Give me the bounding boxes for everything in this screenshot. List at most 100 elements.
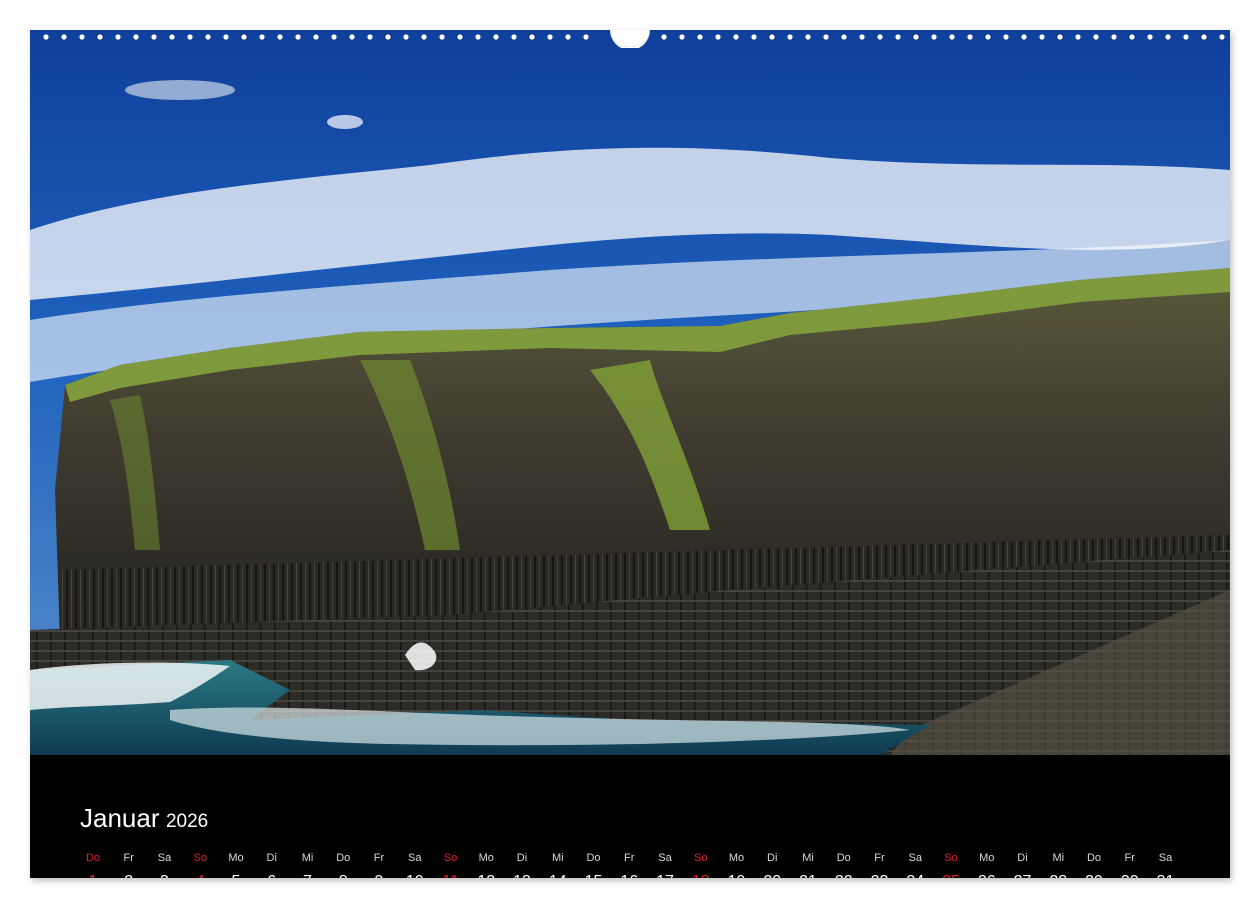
day-cell: Sa 31 — [1148, 850, 1184, 878]
day-cell: Sa 17 — [647, 850, 683, 878]
day-cell: Mi 21 — [790, 850, 826, 878]
day-cell: Di 20 — [754, 850, 790, 878]
date-number: 16 — [611, 873, 647, 878]
date-number: 26 — [969, 873, 1005, 878]
weekday-label: Mo — [728, 852, 745, 864]
weekday-label: Fr — [373, 852, 385, 864]
date-number: 8 — [325, 873, 361, 878]
date-number: 15 — [576, 873, 612, 878]
day-cell: Mo 19 — [719, 850, 755, 878]
day-cell: So 25 — [933, 850, 969, 878]
weekday-label: Sa — [1158, 852, 1173, 864]
date-number: 14 — [540, 873, 576, 878]
date-number: 19 — [719, 873, 755, 878]
weekday-label: Sa — [658, 852, 672, 864]
weekday-label: Mo — [979, 852, 995, 864]
date-number: 20 — [754, 873, 790, 878]
day-cell: Mo 12 — [468, 850, 504, 878]
weekday-label: Sa — [157, 852, 172, 864]
date-number: 31 — [1148, 873, 1184, 878]
date-number: 12 — [468, 873, 504, 878]
weekday-label: Do — [85, 852, 101, 864]
day-cell: Sa 10 — [397, 850, 433, 878]
weekday-label: Fr — [1124, 852, 1135, 864]
date-number: 3 — [147, 873, 183, 878]
date-number: 21 — [790, 873, 826, 878]
weekday-label: Sa — [908, 852, 922, 864]
day-cell: So 18 — [683, 850, 719, 878]
date-number: 28 — [1040, 873, 1076, 878]
date-number: 2 — [111, 873, 147, 878]
landscape-photo — [30, 30, 1230, 755]
date-number: 27 — [1005, 873, 1041, 878]
weekday-label: Mi — [551, 852, 564, 864]
spiral-binding — [30, 30, 1230, 48]
day-cell: Mi 7 — [290, 850, 326, 878]
day-row: Do1Fr2Sa3So4Mo5Di6Mi7Do8Fr9Sa10So11Mo12D… — [75, 850, 1185, 878]
weekday-label: Sa — [408, 852, 422, 864]
date-number: 4 — [182, 873, 218, 878]
day-cell: Do 22 — [826, 850, 862, 878]
weekday-label: Mi — [802, 852, 814, 864]
day-cell: Do 29 — [1076, 850, 1112, 878]
date-number: 6 — [254, 873, 290, 878]
weekday-label: Fr — [624, 852, 635, 864]
month-name: Januar — [80, 803, 160, 833]
date-number: 24 — [897, 873, 933, 878]
weekday-label: Fr — [123, 852, 134, 864]
day-cell: Fr 9 — [361, 850, 397, 878]
weekday-label: So — [193, 852, 207, 864]
day-cell: Sa 3 — [147, 850, 183, 878]
day-cell: So 11 — [433, 850, 469, 878]
weekday-label: So — [944, 852, 958, 864]
weekday-label: Mi — [301, 852, 314, 864]
date-number: 9 — [361, 873, 397, 878]
day-cell: Mi 28 — [1040, 850, 1076, 878]
weekday-label: Mo — [478, 852, 494, 864]
day-cell: Mo 5 — [218, 850, 254, 878]
weekday-label: So — [443, 852, 458, 864]
day-cell: Sa 24 — [897, 850, 933, 878]
date-number: 29 — [1076, 873, 1112, 878]
month-strip: Januar 2026 Do1Fr2Sa3So4Mo5Di6Mi7Do8Fr9S… — [30, 755, 1230, 878]
weekday-label: Di — [767, 852, 778, 864]
hanger-cutout — [610, 30, 650, 47]
day-cell: Di 27 — [1005, 850, 1041, 878]
date-number: 18 — [683, 873, 719, 878]
weekday-label: Mi — [1052, 852, 1065, 864]
weekday-label: Di — [516, 852, 528, 864]
date-number: 23 — [862, 873, 898, 878]
day-cell: Di 6 — [254, 850, 290, 878]
day-cell: Di 13 — [504, 850, 540, 878]
date-number: 1 — [75, 873, 111, 878]
weekday-label: Di — [266, 852, 277, 864]
month-title: Januar 2026 — [80, 803, 208, 834]
month-year: 2026 — [165, 811, 209, 832]
date-number: 17 — [647, 873, 683, 878]
date-number: 13 — [504, 873, 540, 878]
date-number: 5 — [218, 873, 254, 878]
day-cell: Fr 16 — [611, 850, 647, 878]
date-number: 30 — [1112, 873, 1148, 878]
weekday-label: Mo — [228, 852, 244, 864]
date-number: 11 — [433, 873, 469, 878]
weekday-label: Di — [1017, 852, 1028, 864]
day-cell: Fr 23 — [862, 850, 898, 878]
weekday-label: Do — [836, 852, 851, 864]
date-number: 22 — [826, 873, 862, 878]
weekday-label: Do — [1086, 852, 1102, 864]
date-number: 25 — [933, 873, 969, 878]
day-cell: Do 15 — [576, 850, 612, 878]
day-cell: Do 8 — [325, 850, 361, 878]
day-cell: Mi 14 — [540, 850, 576, 878]
day-cell: So 4 — [182, 850, 218, 878]
weekday-label: Do — [336, 852, 351, 864]
day-cell: Fr 30 — [1112, 850, 1148, 878]
weekday-label: Fr — [874, 852, 885, 864]
weekday-label: Do — [586, 852, 601, 864]
day-cell: Do 1 — [75, 850, 111, 878]
day-cell: Mo 26 — [969, 850, 1005, 878]
weekday-label: So — [694, 852, 708, 864]
calendar-sheet: Januar 2026 Do1Fr2Sa3So4Mo5Di6Mi7Do8Fr9S… — [30, 30, 1230, 878]
date-number: 10 — [397, 873, 433, 878]
